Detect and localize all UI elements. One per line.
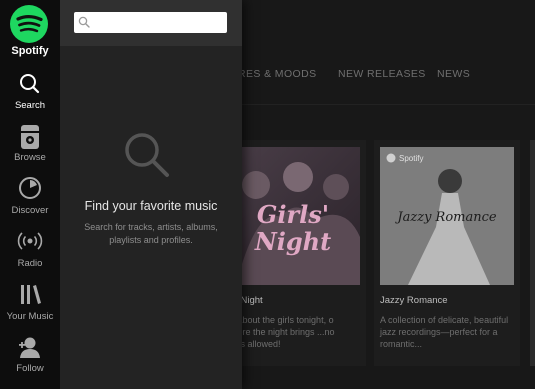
nav-label: Radio [17,258,43,269]
playlist-cover: Girls' Night [226,147,360,285]
nav-item-radio[interactable]: Radio [0,228,60,278]
logo-wordmark: Spotify [11,45,49,57]
cover-title: Jazzy Romance [394,210,496,225]
search-input[interactable] [74,12,227,33]
browse-icon [21,125,39,149]
nav-item-browse[interactable]: Browse [0,122,60,172]
spotify-mini-logo-icon [386,153,396,163]
card-description: A collection of delicate, beautiful jazz… [380,315,509,349]
nav-rail: Spotify Search Browse Discover Radio You… [0,0,60,389]
nav-item-discover[interactable]: Discover [0,175,60,225]
nav-item-your-music[interactable]: Your Music [0,281,60,331]
empty-state-title: Find your favorite music [84,199,218,213]
discover-icon [19,177,41,199]
nav-label: Discover [11,205,49,216]
follow-icon [19,337,40,358]
nav-item-follow[interactable]: Follow [0,333,60,383]
card-title: Jazzy Romance [380,295,448,306]
radio-icon [17,232,43,250]
nav-label: Browse [14,152,46,163]
next-card-edge [530,140,535,366]
cover-title-line1: Girls' [257,200,329,229]
cover-title-line2: Night [254,227,331,256]
cover-brand: Spotify [399,154,423,163]
search-placeholder-icon [125,133,169,177]
nav-item-search[interactable]: Search [0,70,60,120]
playlist-card-jazzy-romance[interactable]: Spotify Jazzy Romance Jazzy Romance A co… [374,140,520,366]
spotify-logo-icon[interactable] [10,5,48,43]
playlist-cover: Spotify Jazzy Romance [380,147,514,285]
nav-label: Search [14,100,46,111]
tab-genres-moods[interactable]: URES & MOODS [230,68,316,80]
nav-label: Your Music [6,311,54,322]
card-description: all about the girls tonight, o where the… [226,315,335,349]
search-icon [20,74,40,94]
library-icon [21,285,41,304]
nav-label: Follow [16,363,44,374]
empty-state-text: Search for tracks, artists, albums, play… [84,222,218,245]
search-header [60,0,242,46]
search-panel: Find your favorite music Search for trac… [60,0,242,389]
tab-new-releases[interactable]: NEW RELEASES [338,68,426,80]
tab-news[interactable]: NEWS [437,68,470,80]
